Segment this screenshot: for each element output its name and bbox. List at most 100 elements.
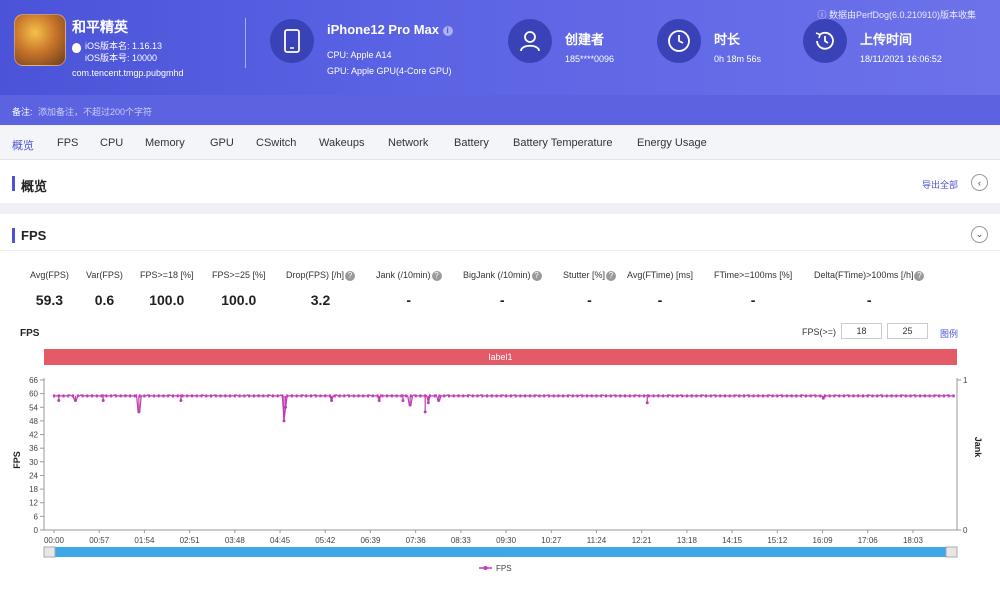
y2-axis-label: Jank bbox=[973, 437, 983, 459]
fps-point bbox=[309, 394, 312, 398]
fps-point bbox=[495, 394, 498, 398]
x-tick-label: 13:18 bbox=[677, 536, 698, 545]
fps-point bbox=[842, 394, 845, 398]
fps-dip-point bbox=[282, 419, 286, 423]
slider-handle-right[interactable] bbox=[945, 546, 958, 558]
x-tick-label: 08:33 bbox=[451, 536, 472, 545]
fps-point bbox=[562, 394, 565, 398]
fps-point bbox=[447, 394, 450, 398]
legend-label: FPS bbox=[496, 564, 512, 573]
fps-point bbox=[248, 394, 251, 398]
fps-point bbox=[876, 394, 879, 398]
fps-point bbox=[519, 394, 522, 398]
fps-point bbox=[704, 394, 707, 398]
fps-point bbox=[552, 394, 555, 398]
fps-dip-point bbox=[101, 398, 105, 402]
fps-point bbox=[919, 394, 922, 398]
fps-point bbox=[105, 394, 108, 398]
fps-point bbox=[62, 394, 65, 398]
fps-point bbox=[181, 394, 184, 398]
fps-point bbox=[695, 394, 698, 398]
fps-point bbox=[871, 394, 874, 398]
fps-point bbox=[524, 394, 527, 398]
fps-point bbox=[600, 394, 603, 398]
fps-point bbox=[500, 394, 503, 398]
time-range-slider[interactable] bbox=[44, 547, 957, 557]
y-tick-label: 54 bbox=[29, 403, 38, 412]
fps-point bbox=[295, 394, 298, 398]
fps-point bbox=[671, 394, 674, 398]
fps-point bbox=[367, 394, 370, 398]
fps-point bbox=[76, 394, 79, 398]
x-tick-label: 09:30 bbox=[496, 536, 517, 545]
fps-point bbox=[795, 394, 798, 398]
fps-point bbox=[395, 394, 398, 398]
y-axis-label: FPS bbox=[12, 451, 22, 469]
fps-point bbox=[286, 394, 289, 398]
fps-point bbox=[947, 394, 950, 398]
fps-point bbox=[300, 394, 303, 398]
fps-point bbox=[719, 394, 722, 398]
fps-point bbox=[133, 394, 136, 398]
fps-point bbox=[647, 394, 650, 398]
fps-point bbox=[866, 394, 869, 398]
fps-point bbox=[148, 394, 151, 398]
fps-point bbox=[833, 394, 836, 398]
fps-point bbox=[233, 394, 236, 398]
fps-point bbox=[210, 394, 213, 398]
legend-marker bbox=[483, 566, 488, 570]
fps-point bbox=[390, 394, 393, 398]
y-tick-label: 24 bbox=[29, 471, 38, 480]
fps-point bbox=[191, 394, 194, 398]
fps-point bbox=[762, 394, 765, 398]
x-tick-label: 00:57 bbox=[89, 536, 110, 545]
x-tick-label: 01:54 bbox=[134, 536, 155, 545]
fps-dip-point bbox=[437, 398, 441, 402]
fps-point bbox=[900, 394, 903, 398]
fps-point bbox=[505, 394, 508, 398]
fps-point bbox=[528, 394, 531, 398]
fps-point bbox=[624, 394, 627, 398]
fps-point bbox=[800, 394, 803, 398]
fps-point bbox=[585, 394, 588, 398]
fps-point bbox=[581, 394, 584, 398]
fps-point bbox=[605, 394, 608, 398]
fps-point bbox=[881, 394, 884, 398]
fps-point bbox=[633, 394, 636, 398]
fps-point bbox=[452, 394, 455, 398]
fps-point bbox=[314, 394, 317, 398]
fps-point bbox=[405, 394, 408, 398]
x-tick-label: 10:27 bbox=[541, 536, 562, 545]
fps-point bbox=[414, 394, 417, 398]
x-tick-label: 00:00 bbox=[44, 536, 65, 545]
fps-point bbox=[676, 394, 679, 398]
x-tick-label: 02:51 bbox=[180, 536, 201, 545]
x-tick-label: 17:06 bbox=[858, 536, 879, 545]
fps-point bbox=[81, 394, 84, 398]
y2-tick-label: 0 bbox=[963, 526, 968, 535]
fps-point bbox=[514, 394, 517, 398]
fps-point bbox=[476, 394, 479, 398]
fps-dip-point bbox=[401, 398, 405, 402]
fps-point bbox=[790, 394, 793, 398]
fps-dip-point bbox=[57, 398, 61, 402]
x-tick-label: 06:39 bbox=[360, 536, 381, 545]
fps-point bbox=[152, 394, 155, 398]
fps-point bbox=[214, 394, 217, 398]
slider-handle-left[interactable] bbox=[43, 546, 56, 558]
fps-point bbox=[857, 394, 860, 398]
fps-point bbox=[638, 394, 641, 398]
fps-point bbox=[143, 394, 146, 398]
fps-dip-point bbox=[137, 410, 141, 414]
fps-point bbox=[167, 394, 170, 398]
fps-point bbox=[290, 394, 293, 398]
fps-point bbox=[533, 394, 536, 398]
fps-point bbox=[657, 394, 660, 398]
fps-point bbox=[614, 394, 617, 398]
fps-dip-point bbox=[408, 403, 412, 407]
fps-point bbox=[262, 394, 265, 398]
fps-point bbox=[490, 394, 493, 398]
fps-point bbox=[243, 394, 246, 398]
fps-point bbox=[538, 394, 541, 398]
fps-point bbox=[781, 394, 784, 398]
